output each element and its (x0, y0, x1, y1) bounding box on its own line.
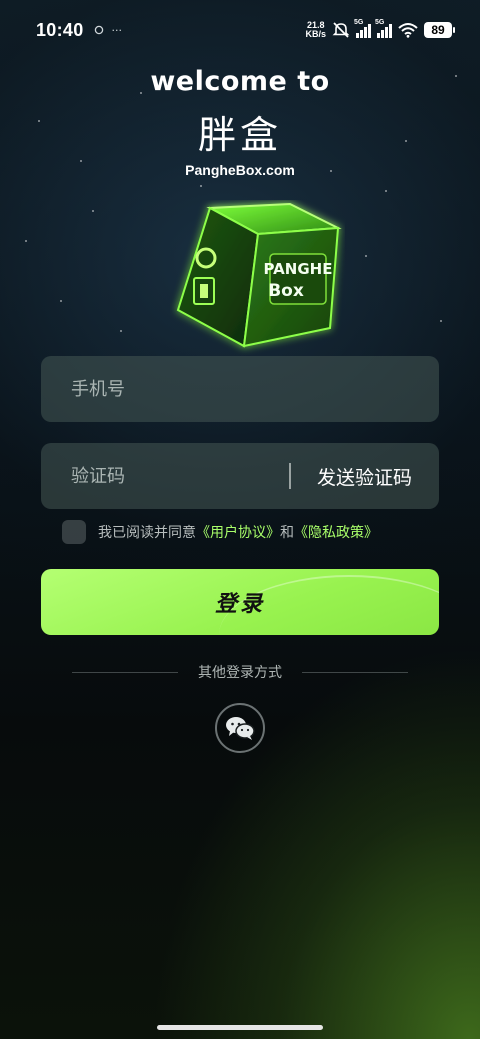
wechat-icon (226, 717, 255, 740)
privacy-policy-link[interactable]: 《隐私政策》 (294, 522, 378, 542)
divider-line-right (302, 671, 408, 673)
cube-text-line2: Box (268, 281, 304, 301)
brand-domain: PangheBox.com (185, 162, 295, 178)
net-speed: 21.8 KB/s (305, 20, 326, 39)
field-divider (288, 463, 291, 489)
battery-icon: 89 (424, 22, 455, 38)
other-login-divider: 其他登录方式 (72, 662, 408, 682)
agree-checkbox[interactable] (62, 520, 86, 544)
cube-text-line1: PANGHE (264, 260, 333, 278)
agree-and: 和 (280, 525, 294, 541)
other-login-label: 其他登录方式 (198, 665, 282, 681)
agree-prefix: 我已阅读并同意 (98, 525, 196, 541)
brand-logo: 胖盒 (197, 113, 282, 157)
send-code-button[interactable]: 发送验证码 (317, 463, 412, 490)
verification-code-input[interactable] (71, 465, 289, 487)
status-bar: 10:40 ··· 21.8 KB/s 5G 5G 89 (0, 0, 480, 60)
signal-sim1-icon: 5G (354, 19, 371, 38)
signal-sim2-icon: 5G (375, 19, 392, 38)
verification-code-field[interactable]: 发送验证码 (41, 443, 439, 509)
wifi-icon (398, 23, 418, 38)
more-icon: ··· (111, 23, 123, 37)
home-indicator[interactable] (157, 1025, 323, 1030)
phone-field[interactable] (41, 356, 439, 422)
notification-area: ··· (94, 23, 123, 37)
status-time: 10:40 (36, 19, 84, 40)
user-agreement-link[interactable]: 《用户协议》 (196, 522, 280, 542)
phone-input[interactable] (71, 378, 439, 400)
divider-line-left (72, 671, 178, 673)
status-icons: 21.8 KB/s 5G 5G 89 (305, 19, 455, 39)
login-button[interactable]: 登录 (41, 569, 439, 635)
panghe-box-cube-illustration: PANGHE Box (176, 202, 342, 348)
welcome-heading: welcome to (150, 66, 330, 97)
agreement-row: 我已阅读并同意 《用户协议》 和 《隐私政策》 (62, 520, 378, 544)
message-icon (94, 25, 103, 35)
login-button-label: 登录 (214, 592, 265, 617)
wechat-login-button[interactable] (215, 703, 265, 753)
mute-icon (332, 22, 350, 38)
